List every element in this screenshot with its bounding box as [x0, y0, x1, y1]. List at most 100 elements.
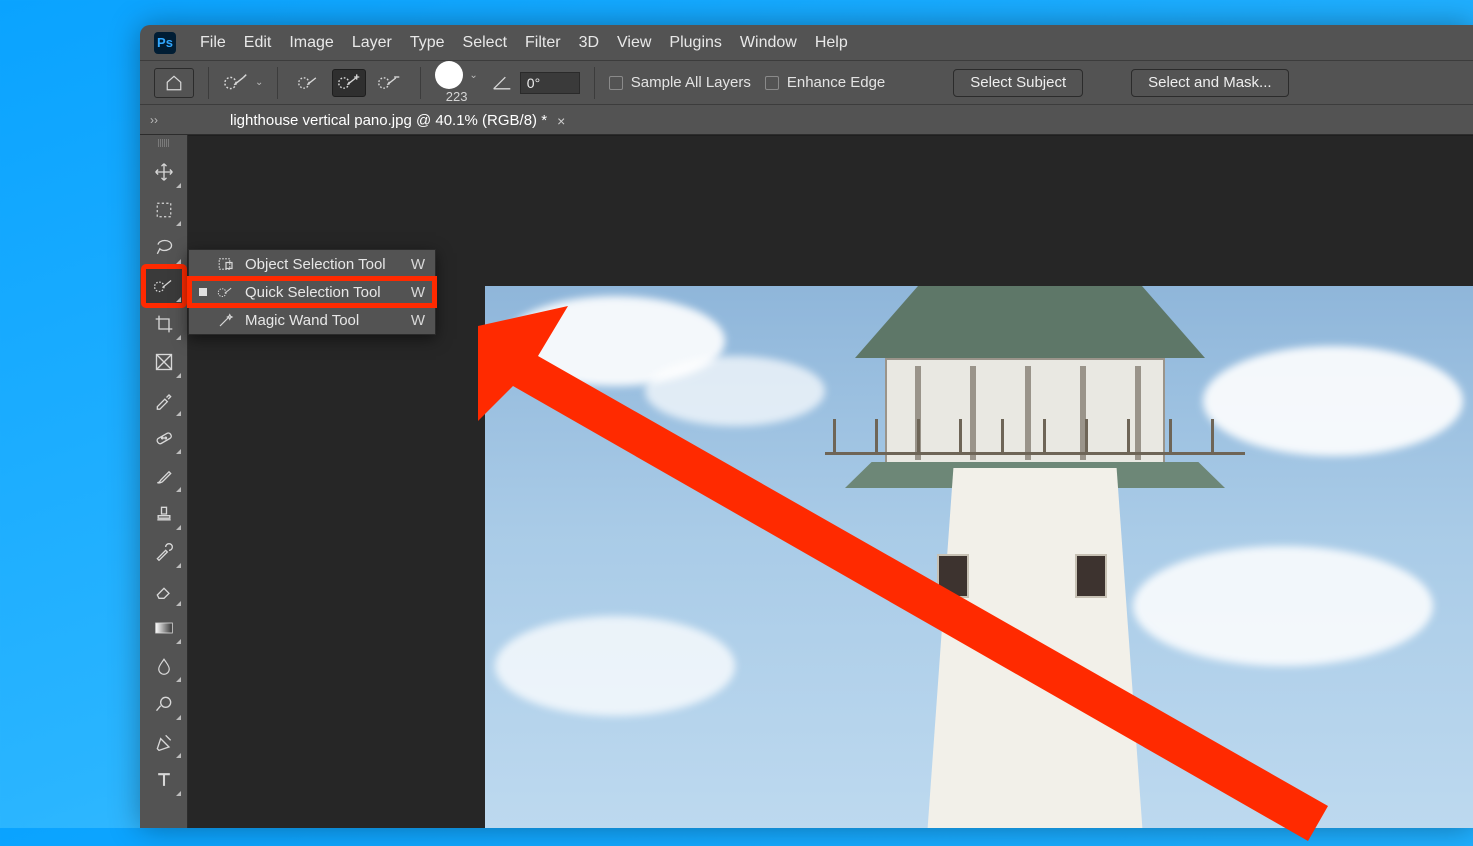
enhance-edge-checkbox[interactable]: Enhance Edge	[765, 74, 885, 91]
menu-type[interactable]: Type	[410, 34, 445, 52]
menu-3d[interactable]: 3D	[579, 34, 599, 52]
collapse-toolbar-icon[interactable]: ››	[150, 113, 158, 127]
checkbox-box-icon	[765, 76, 779, 90]
type-tool[interactable]	[144, 761, 184, 799]
home-button[interactable]	[154, 68, 194, 98]
app-logo-icon: Ps	[154, 32, 176, 54]
drop-icon	[155, 656, 173, 676]
magic-wand-icon	[217, 312, 235, 328]
close-tab-icon[interactable]: ×	[557, 113, 565, 129]
history-brush-icon	[154, 542, 174, 562]
menu-select[interactable]: Select	[463, 34, 507, 52]
eraser-tool[interactable]	[144, 571, 184, 609]
brush-size-value: 223	[446, 89, 468, 104]
separator	[208, 67, 209, 99]
menu-edit[interactable]: Edit	[244, 34, 272, 52]
flyout-object-selection[interactable]: Object Selection Tool W	[189, 250, 435, 278]
selection-mode-group	[292, 69, 406, 97]
document-tab-bar: ›› lighthouse vertical pano.jpg @ 40.1% …	[140, 105, 1473, 135]
stamp-icon	[154, 504, 174, 524]
marquee-icon	[155, 201, 173, 219]
lighthouse-window	[937, 554, 969, 598]
menu-view[interactable]: View	[617, 34, 651, 52]
brush-subtract-icon	[377, 73, 401, 93]
quick-selection-brush-icon	[223, 73, 249, 93]
menu-plugins[interactable]: Plugins	[669, 34, 721, 52]
object-selection-icon	[217, 256, 235, 272]
lighthouse-roof	[855, 286, 1205, 358]
menu-file[interactable]: File	[200, 34, 226, 52]
pen-icon	[154, 732, 174, 752]
dodge-tool[interactable]	[144, 685, 184, 723]
active-marker-icon	[199, 288, 207, 296]
document-title: lighthouse vertical pano.jpg @ 40.1% (RG…	[230, 112, 547, 129]
photoshop-window: Ps File Edit Image Layer Type Select Fil…	[140, 25, 1473, 828]
enhance-edge-label: Enhance Edge	[787, 74, 885, 91]
quick-selection-icon	[153, 276, 175, 296]
select-and-mask-button[interactable]: Select and Mask...	[1131, 69, 1288, 97]
separator	[277, 67, 278, 99]
flyout-item-label: Object Selection Tool	[245, 256, 401, 273]
brush-size-picker[interactable]: ⌄ 223	[435, 61, 477, 104]
gradient-icon	[154, 619, 174, 637]
brush-tool[interactable]	[144, 457, 184, 495]
flyout-quick-selection[interactable]: Quick Selection Tool W	[189, 278, 435, 306]
healing-brush-tool[interactable]	[144, 419, 184, 457]
quick-selection-tool[interactable]	[144, 267, 184, 305]
main-area: Object Selection Tool W Quick Selection …	[140, 135, 1473, 828]
document-canvas[interactable]	[485, 286, 1473, 828]
separator	[420, 67, 421, 99]
menu-help[interactable]: Help	[815, 34, 848, 52]
lighthouse-tower	[865, 468, 1205, 828]
tools-toolbar	[140, 135, 188, 828]
pen-tool[interactable]	[144, 723, 184, 761]
flyout-item-shortcut: W	[411, 312, 425, 329]
frame-icon	[154, 352, 174, 372]
frame-tool[interactable]	[144, 343, 184, 381]
gradient-tool[interactable]	[144, 609, 184, 647]
type-icon	[154, 770, 174, 790]
menu-layer[interactable]: Layer	[352, 34, 392, 52]
menu-filter[interactable]: Filter	[525, 34, 561, 52]
lasso-icon	[154, 238, 174, 258]
crop-icon	[154, 314, 174, 334]
flyout-item-shortcut: W	[411, 284, 425, 301]
eraser-icon	[154, 580, 174, 600]
eyedropper-icon	[154, 390, 174, 410]
blur-tool[interactable]	[144, 647, 184, 685]
eyedropper-tool[interactable]	[144, 381, 184, 419]
crop-tool[interactable]	[144, 305, 184, 343]
angle-icon	[492, 75, 512, 91]
sample-all-layers-checkbox[interactable]: Sample All Layers	[609, 74, 751, 91]
lasso-tool[interactable]	[144, 229, 184, 267]
toolbar-grip-icon[interactable]	[148, 139, 180, 147]
menu-window[interactable]: Window	[740, 34, 797, 52]
move-tool[interactable]	[144, 153, 184, 191]
home-icon	[165, 74, 183, 92]
dodge-icon	[154, 694, 174, 714]
subtract-from-selection-button[interactable]	[372, 69, 406, 97]
menu-image[interactable]: Image	[289, 34, 333, 52]
document-tab[interactable]: lighthouse vertical pano.jpg @ 40.1% (RG…	[216, 105, 579, 135]
brush-preview-icon	[435, 61, 463, 89]
clone-stamp-tool[interactable]	[144, 495, 184, 533]
history-brush-tool[interactable]	[144, 533, 184, 571]
new-selection-button[interactable]	[292, 69, 326, 97]
checkbox-box-icon	[609, 76, 623, 90]
brush-new-icon	[297, 73, 321, 93]
marquee-tool[interactable]	[144, 191, 184, 229]
brush-add-icon	[337, 73, 361, 93]
sample-all-layers-label: Sample All Layers	[631, 74, 751, 91]
flyout-magic-wand[interactable]: Magic Wand Tool W	[189, 306, 435, 334]
flyout-item-shortcut: W	[411, 256, 425, 273]
add-to-selection-button[interactable]	[332, 69, 366, 97]
brush-icon	[154, 466, 174, 486]
canvas-area[interactable]: Object Selection Tool W Quick Selection …	[188, 135, 1473, 828]
chevron-down-icon: ⌄	[469, 70, 477, 81]
quick-selection-icon	[217, 284, 235, 300]
options-bar: ⌄ ⌄ 223	[140, 61, 1473, 105]
lighthouse-window	[1075, 554, 1107, 598]
tool-preset-picker[interactable]: ⌄	[223, 73, 263, 93]
select-subject-button[interactable]: Select Subject	[953, 69, 1083, 97]
brush-angle-input[interactable]	[520, 72, 580, 94]
